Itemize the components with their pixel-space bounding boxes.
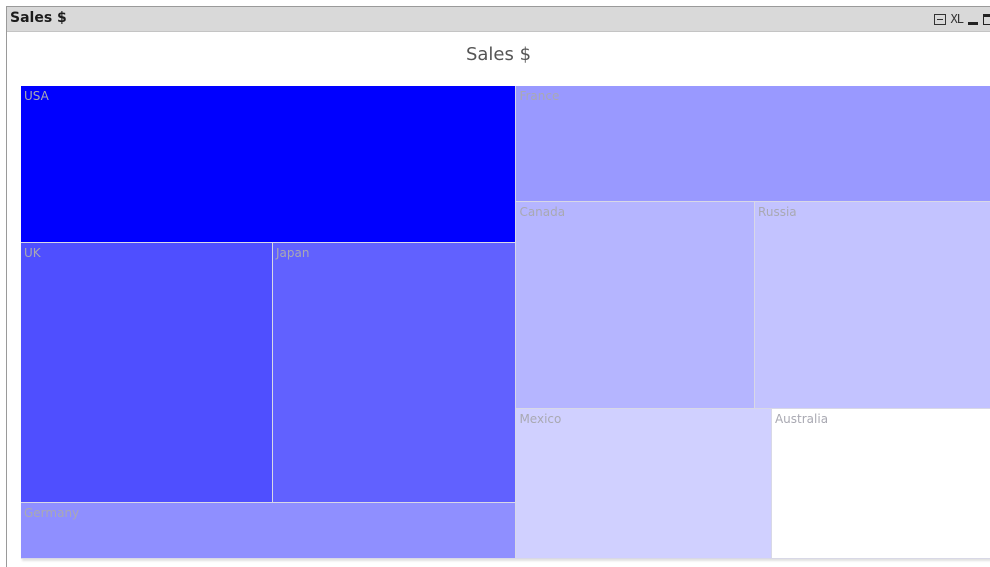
treemap-tile-russia[interactable]: Russia xyxy=(755,201,990,409)
treemap-tile-usa[interactable]: USA xyxy=(21,86,517,244)
treemap-tile-label: France xyxy=(519,89,560,103)
treemap-tile-germany[interactable]: Germany xyxy=(21,502,517,559)
treemap-tile-label: USA xyxy=(24,89,49,103)
treemap-tile-france[interactable]: France xyxy=(516,86,990,202)
treemap-tile-label: Australia xyxy=(774,411,829,426)
treemap-tile-canada[interactable]: Canada xyxy=(516,201,756,409)
window-titlebar[interactable]: Sales $ XL xyxy=(7,7,990,32)
sales-window: Sales $ XL Sales $ USA UK Japan Germany Fran… xyxy=(6,6,990,567)
chart-title: Sales $ xyxy=(465,44,532,65)
treemap-tile-label: UK xyxy=(24,246,41,261)
treemap-tile-label: Germany xyxy=(24,505,80,520)
treemap-tile-uk[interactable]: UK xyxy=(21,243,273,503)
treemap-tile-australia[interactable]: Australia xyxy=(771,408,990,559)
send-to-excel-button[interactable]: XL xyxy=(951,12,964,26)
print-icon[interactable] xyxy=(933,13,946,25)
treemap-tile-label: Canada xyxy=(519,204,566,219)
treemap-tile-label: Mexico xyxy=(519,411,562,426)
treemap: USA UK Japan Germany France Canada Russia Mexic… xyxy=(21,86,990,559)
treemap-tile-label: Russia xyxy=(758,204,797,219)
treemap-tile-mexico[interactable]: Mexico xyxy=(516,408,772,559)
maximize-icon[interactable] xyxy=(983,13,990,25)
minimize-icon[interactable] xyxy=(968,21,978,25)
treemap-tile-japan[interactable]: Japan xyxy=(272,243,517,503)
window-controls: XL xyxy=(933,10,990,28)
window-title: Sales $ xyxy=(10,10,67,26)
treemap-tile-label: Japan xyxy=(275,246,310,261)
